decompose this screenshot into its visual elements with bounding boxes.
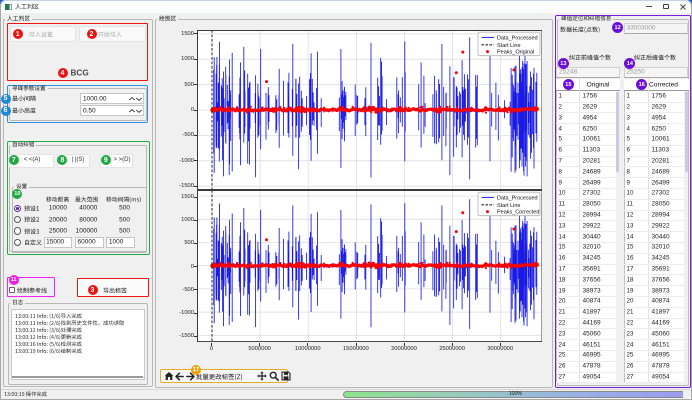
- svg-text:Start Line: Start Line: [497, 43, 521, 49]
- svg-text:Start Line: Start Line: [496, 203, 519, 209]
- svg-text:Peaks_Corrected: Peaks_Corrected: [496, 210, 538, 216]
- svg-text:Data_Processed: Data_Processed: [496, 196, 537, 202]
- svg-text:Peaks_Original: Peaks_Original: [497, 50, 534, 56]
- svg-text:Data_Processed: Data_Processed: [497, 36, 538, 42]
